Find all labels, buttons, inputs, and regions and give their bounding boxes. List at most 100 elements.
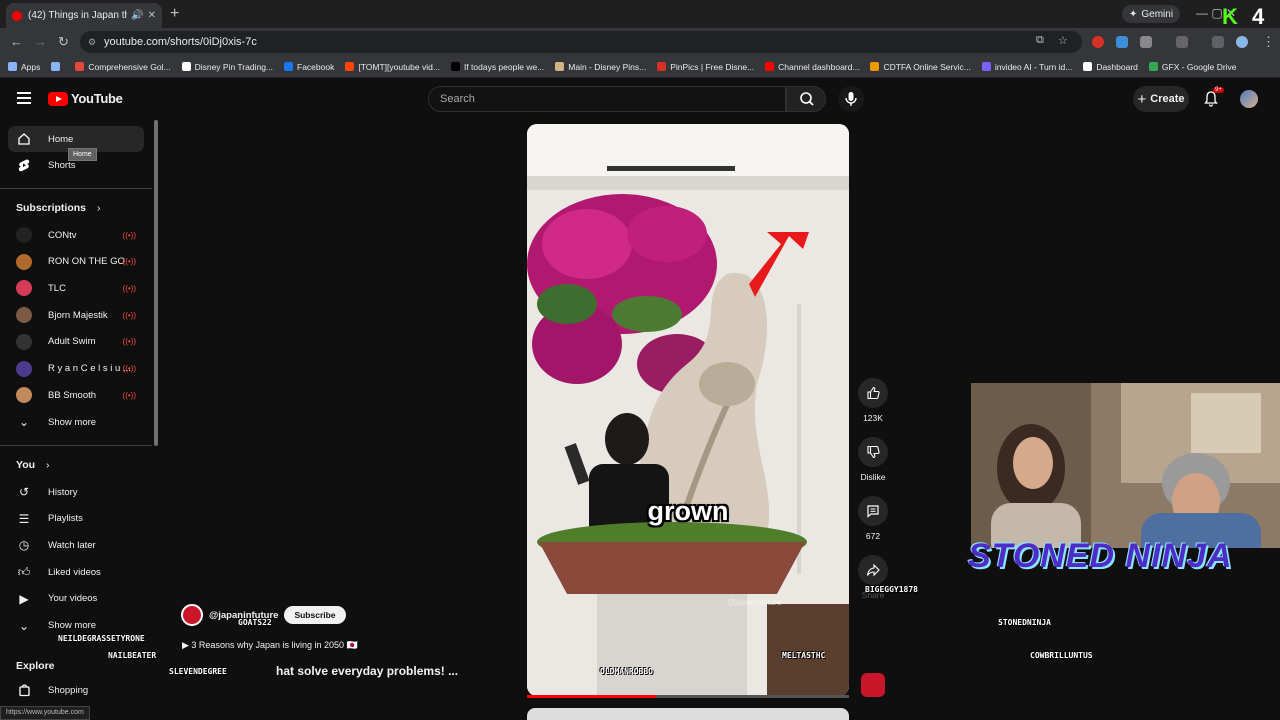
voice-search-button[interactable] [838,86,864,112]
sidebar-item-label: BB Smooth [48,389,97,401]
bookmark-label: PinPics | Free Disne... [670,61,755,72]
new-tab-button[interactable]: + [170,5,179,23]
bookmark-item[interactable]: If todays people we... [450,61,545,72]
channel-avatar [16,280,32,297]
chat-name-tag: GOATS22 [238,618,272,627]
sidepanel-icon[interactable] [1176,36,1188,48]
back-arrow-icon[interactable]: ← [10,34,23,49]
bookmark-label: CDTFA Online Servic... [883,61,971,72]
short-description[interactable]: ▶ 3 Reasons why Japan is living in 2050 … [182,640,358,651]
sidebar-subscription-item[interactable]: Bjorn Majestik ((•)) [8,302,144,328]
channel-avatar-small[interactable] [861,673,885,697]
dislike-action[interactable]: Dislike [858,437,888,482]
site-info-icon[interactable]: ⚙ [88,31,96,53]
youtube-logo[interactable]: YouTube [48,91,123,106]
create-label: Create [1150,93,1185,105]
sidebar-you-item[interactable]: ◷ Watch later [8,532,144,558]
sidebar-item-shopping[interactable]: Shopping [8,677,144,703]
sidebar-subscription-item[interactable]: RON ON THE GO ((•)) [8,249,144,275]
hamburger-menu-icon[interactable] [17,92,31,104]
subscriptions-header[interactable]: Subscriptions › [16,202,100,214]
play-triangle-icon: ▶ [182,640,192,650]
speaker-icon[interactable]: 🔊 [131,10,143,21]
forward-arrow-icon[interactable]: → [34,34,47,49]
create-button[interactable]: + Create [1133,86,1189,112]
bookmark-star-icon[interactable]: ☆ [1058,34,1068,47]
sidebar-you-item[interactable]: ▶ Your videos [8,586,144,612]
gemini-button[interactable]: ✦ Gemini [1122,5,1181,23]
sidebar-subscription-item[interactable]: TLC ((•)) [8,275,144,301]
short-title[interactable]: hat solve everyday problems! ... [276,664,458,678]
install-app-icon[interactable]: ⧉ [1036,34,1044,47]
chat-name-tag: COWBRILLUNTUS [1030,651,1093,660]
bookmark-item[interactable]: Main - Disney Pins... [555,62,646,72]
bookmark-item[interactable]: Channel dashboard... [765,62,859,72]
bookmark-item[interactable]: PinPics | Free Disne... [657,62,754,72]
extension-red-icon[interactable] [1092,36,1104,48]
channel-avatar-action[interactable] [858,673,888,697]
short-video-player[interactable]: grown @japaninfuture [527,124,849,696]
bookmark-item[interactable]: CDTFA Online Servic... [870,61,971,72]
account-avatar[interactable] [1240,90,1258,108]
divider [0,188,152,189]
bookmark-item[interactable]: Disney Pin Trading... [181,62,273,72]
bookmark-label: If todays people we... [463,61,545,72]
sidebar-subscription-item[interactable]: BB Smooth ((•)) [8,382,144,408]
address-bar[interactable]: ⚙ youtube.com/shorts/0iDj0xis-7c [80,31,1082,53]
comment-count: 672 [865,531,881,541]
close-tab-icon[interactable]: ✕ [148,10,156,21]
show-more-subscriptions[interactable]: ⌄ Show more [8,409,144,435]
subscribe-button[interactable]: Subscribe [284,606,346,624]
thumbs-down-icon[interactable] [858,437,888,467]
explore-header: Explore [16,660,55,672]
comment-icon[interactable] [858,496,888,526]
sidebar-scrollbar[interactable] [154,120,158,446]
extensions-puzzle-icon[interactable] [1140,36,1152,48]
live-indicator-icon: ((•)) [122,390,136,400]
browser-tab[interactable]: (42) Things in Japan that so 🔊 ✕ [6,3,162,28]
webcam-frame [971,383,1280,548]
you-header[interactable]: You › [16,459,49,471]
kick-number: 4 [1252,4,1269,29]
youtube-play-icon [48,91,68,106]
thumbs-up-icon: 👍︎ [17,564,31,579]
menu-kebab-icon[interactable]: ⋮ [1262,34,1275,50]
sidebar-subscription-item[interactable]: CONtv ((•)) [8,222,144,248]
sidebar-you-item[interactable]: 👍︎ Liked videos [8,559,144,585]
bookmark-item[interactable]: Comprehensive Gol... [75,62,171,72]
extension-blue-icon[interactable] [1116,36,1128,48]
youtube-sidebar: Home Shorts Subscriptions › ⌄ Show more … [0,120,160,710]
search-button[interactable] [786,86,826,112]
progress-fill [527,695,656,698]
youtube-masthead: YouTube Search + Create 9+ [0,78,1280,120]
profile-icon[interactable] [1236,36,1248,48]
comments-action[interactable]: 672 [858,496,888,541]
sidebar-item-label: Shorts [48,159,76,171]
bookmark-item[interactable]: GFX - Google Drive [1148,62,1237,72]
video-progress-bar[interactable] [527,695,849,698]
share-arrow-icon[interactable] [858,555,888,585]
sidebar-you-item[interactable]: ☰ Playlists [8,506,144,532]
bookmark-item[interactable]: [TOMT][youtube vid... [345,62,440,72]
next-short-preview[interactable] [527,708,849,720]
bookmark-favicon-icon [345,62,355,71]
bookmark-favicon-icon [765,62,775,71]
shorts-icon [16,158,32,173]
thumbs-up-icon[interactable] [858,378,888,408]
bookmark-item[interactable]: Facebook [284,62,334,72]
bookmark-item[interactable]: invideo AI - Turn id... [981,62,1072,72]
sidebar-subscription-item[interactable]: R y a n C e l s i u ... ((•)) [8,356,144,382]
search-input[interactable]: Search [428,86,786,112]
bookmark-item[interactable] [51,62,64,71]
chevron-right-icon: › [96,202,101,214]
sidebar-you-item[interactable]: ↺ History [8,479,144,505]
microphone-icon [845,92,857,106]
sidebar-item-label: Playlists [48,513,83,525]
like-action[interactable]: 123K [858,378,888,423]
channel-avatar[interactable] [181,604,203,626]
bookmark-item[interactable]: Apps [8,62,40,72]
sidebar-subscription-item[interactable]: Adult Swim ((•)) [8,329,144,355]
downloads-icon[interactable] [1212,36,1224,48]
bookmark-item[interactable]: Dashboard [1083,62,1138,72]
reload-icon[interactable]: ↻ [58,34,69,50]
